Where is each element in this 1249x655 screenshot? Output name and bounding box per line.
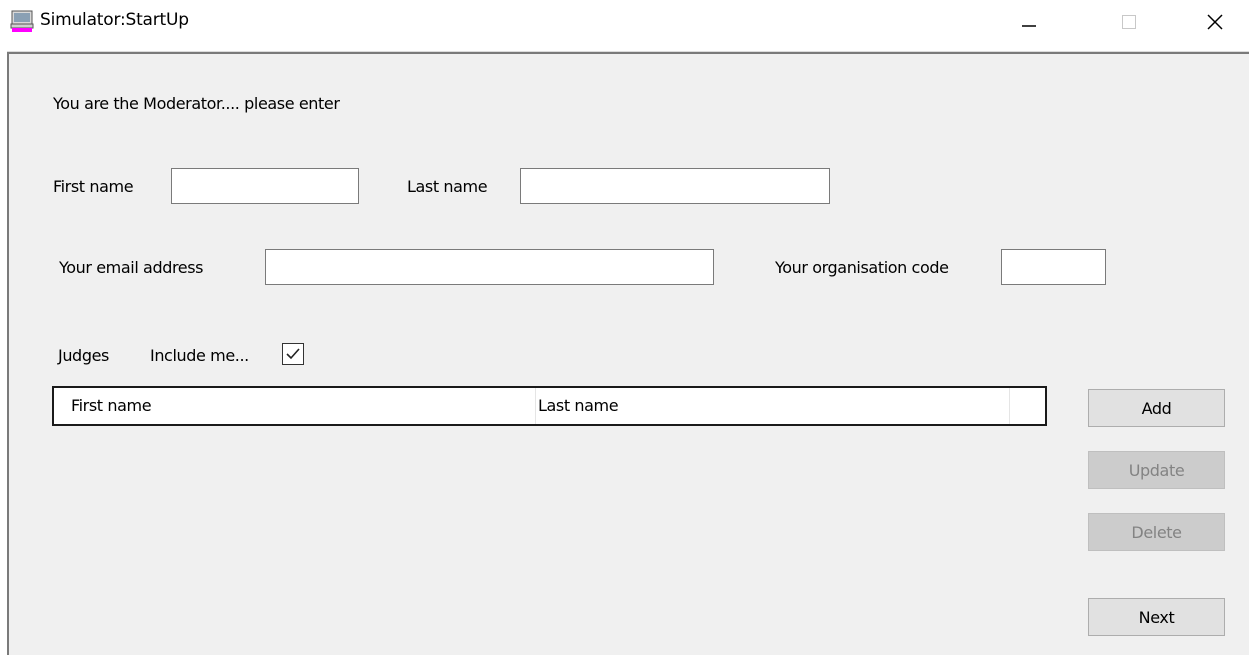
column-divider[interactable] xyxy=(1009,388,1010,424)
include-me-checkbox[interactable] xyxy=(282,343,304,365)
computer-icon xyxy=(10,9,34,33)
first-name-input[interactable] xyxy=(171,168,359,204)
title-bar[interactable]: Simulator:StartUp xyxy=(0,0,1249,44)
close-button[interactable] xyxy=(1190,0,1240,44)
add-button[interactable]: Add xyxy=(1088,389,1225,427)
minimize-button[interactable] xyxy=(1004,0,1054,44)
delete-button: Delete xyxy=(1088,513,1225,551)
maximize-button xyxy=(1104,0,1154,44)
last-name-input[interactable] xyxy=(520,168,830,204)
minimize-icon xyxy=(1022,25,1036,27)
close-icon xyxy=(1207,14,1223,30)
update-button: Update xyxy=(1088,451,1225,489)
column-header-first-name[interactable]: First name xyxy=(71,396,152,415)
email-input[interactable] xyxy=(265,249,714,285)
column-divider[interactable] xyxy=(535,388,536,424)
include-me-label: Include me... xyxy=(150,346,249,365)
first-name-label: First name xyxy=(53,177,134,196)
maximize-icon xyxy=(1122,15,1136,29)
moderator-intro-label: You are the Moderator.... please enter xyxy=(53,94,340,113)
org-code-input[interactable] xyxy=(1001,249,1106,285)
judges-list[interactable]: First name Last name xyxy=(52,386,1047,426)
next-button[interactable]: Next xyxy=(1088,598,1225,636)
checkmark-icon xyxy=(286,348,300,360)
column-header-last-name[interactable]: Last name xyxy=(538,396,619,415)
window-title: Simulator:StartUp xyxy=(40,10,189,30)
email-label: Your email address xyxy=(59,258,204,277)
org-code-label: Your organisation code xyxy=(775,258,949,277)
last-name-label: Last name xyxy=(407,177,488,196)
judges-label: Judges xyxy=(58,346,109,365)
